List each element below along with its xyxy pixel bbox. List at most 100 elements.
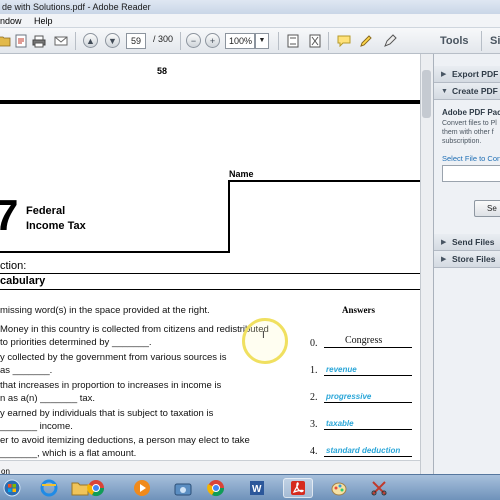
- adobe-reader-icon[interactable]: [283, 478, 313, 498]
- header-box-bottom: [0, 251, 230, 253]
- window-title-bar: de with Solutions.pdf - Adobe Reader: [0, 0, 500, 14]
- export-pdf-label: Export PDF: [452, 69, 499, 79]
- highlight-icon[interactable]: [357, 32, 375, 50]
- chapter-digit: 7: [0, 191, 19, 240]
- media-player-icon[interactable]: [127, 478, 157, 498]
- zoom-in-icon[interactable]: +: [205, 33, 220, 48]
- question-0-line1: Money in this country is collected from …: [0, 324, 269, 335]
- answer-4-number: 4.: [310, 446, 318, 457]
- zoom-dropdown-icon[interactable]: ▼: [255, 33, 269, 49]
- fullscreen-icon[interactable]: [306, 32, 324, 50]
- question-3-line1: y earned by individuals that is subject …: [0, 408, 214, 419]
- document-page: 58 7 Federal Income Tax Name ction: cabu…: [0, 54, 420, 474]
- file-select-field[interactable]: [442, 165, 500, 182]
- answer-2-line: [324, 402, 412, 403]
- question-2-line1: that increases in proportion to increase…: [0, 380, 222, 391]
- pdf-pack-desc-1: Convert files to Pl: [442, 120, 497, 127]
- section-rule: [0, 273, 420, 274]
- answers-header: Answers: [342, 305, 375, 315]
- fit-page-icon[interactable]: [284, 32, 302, 50]
- answer-1-line: [324, 375, 412, 376]
- email-icon[interactable]: [52, 32, 70, 50]
- cursor-highlight: [242, 318, 288, 364]
- select-file-link[interactable]: Select File to Con: [442, 154, 500, 163]
- word-icon[interactable]: W: [242, 478, 272, 498]
- ie-icon[interactable]: [34, 478, 64, 498]
- answer-2-number: 2.: [310, 392, 318, 403]
- page-total: / 300: [153, 34, 174, 44]
- name-label: Name: [229, 169, 254, 179]
- create-pdf-section[interactable]: ▼ Create PDF: [434, 83, 500, 100]
- section-rule-lower: [0, 289, 420, 290]
- question-0-line2: to priorities determined by _______.: [0, 337, 152, 348]
- question-3-line2: _______ income.: [0, 421, 73, 432]
- paint-icon[interactable]: [324, 478, 354, 498]
- create-pdf-icon[interactable]: [12, 32, 30, 50]
- start-button[interactable]: [0, 478, 24, 498]
- answer-1-text: revenue: [326, 365, 357, 374]
- taskbar: W: [0, 474, 500, 500]
- toolbar: ▲ ▼ 59 / 300 − + 100% ▼ Tools Si: [0, 28, 500, 54]
- sign-pen-icon[interactable]: [381, 32, 399, 50]
- previous-page-icon[interactable]: ▲: [83, 33, 98, 48]
- chapter-title-line1: Federal: [26, 205, 66, 217]
- menu-bar: ndow Help: [0, 14, 500, 28]
- answer-3-line: [324, 429, 412, 430]
- select-file-button[interactable]: Se: [474, 200, 500, 217]
- next-page-icon[interactable]: ▼: [105, 33, 120, 48]
- menu-item-window[interactable]: ndow: [0, 16, 22, 26]
- chrome-icon[interactable]: [81, 478, 111, 498]
- send-files-label: Send Files: [452, 237, 495, 247]
- answer-0-line: [324, 347, 412, 348]
- answer-3-number: 3.: [310, 419, 318, 430]
- expand-arrow-icon: ▶: [441, 71, 447, 78]
- tools-button[interactable]: Tools: [440, 32, 469, 50]
- pdf-pack-desc-2: them with other f: [442, 129, 494, 136]
- answer-1-number: 1.: [310, 365, 318, 376]
- answer-2-text: progressive: [326, 392, 372, 401]
- store-files-section[interactable]: ▶ Store Files: [434, 251, 500, 268]
- store-files-label: Store Files: [452, 254, 496, 264]
- menu-item-help[interactable]: Help: [34, 16, 53, 26]
- question-4-line1: er to avoid itemizing deductions, a pers…: [0, 435, 250, 446]
- section-label: ction:: [0, 260, 27, 272]
- scrollbar-thumb[interactable]: [422, 70, 431, 118]
- page-number-label: 58: [157, 66, 168, 76]
- question-4-line2: _______, which is a flat amount.: [0, 448, 137, 459]
- question-2-line2: n as a(n) _______ tax.: [0, 393, 96, 404]
- export-pdf-section[interactable]: ▶ Export PDF: [434, 66, 500, 83]
- print-icon[interactable]: [30, 32, 48, 50]
- zoom-level-input[interactable]: 100%: [225, 33, 255, 49]
- header-box-left: [228, 180, 230, 253]
- text-cursor-icon: I: [262, 330, 265, 341]
- send-files-section[interactable]: ▶ Send Files: [434, 234, 500, 251]
- instruction-text: missing word(s) in the space provided at…: [0, 305, 210, 316]
- sign-button[interactable]: Si: [481, 31, 500, 51]
- create-pdf-label: Create PDF: [452, 86, 498, 96]
- answer-4-line: [324, 456, 412, 457]
- header-rule: [0, 100, 420, 104]
- question-1-line1: y collected by the government from vario…: [0, 352, 227, 363]
- document-status-strip: on: [0, 460, 420, 474]
- snipping-tool-icon[interactable]: [364, 478, 394, 498]
- window-title: de with Solutions.pdf - Adobe Reader: [2, 2, 151, 12]
- expand-arrow-icon: ▶: [441, 256, 447, 263]
- camera-app-icon[interactable]: [168, 478, 198, 498]
- pdf-pack-desc-3: subscription.: [442, 138, 482, 145]
- pdf-pack-title: Adobe PDF Pack: [442, 108, 500, 117]
- chapter-title-line2: Income Tax: [26, 220, 86, 232]
- comment-icon[interactable]: [335, 32, 353, 50]
- page-number-input[interactable]: 59: [126, 33, 146, 49]
- name-underline: [228, 180, 420, 182]
- section-title: cabulary: [0, 275, 46, 287]
- question-1-line2: as _______.: [0, 365, 53, 376]
- chrome-app-icon[interactable]: [201, 478, 231, 498]
- answer-0-text: Congress: [345, 335, 383, 346]
- zoom-out-icon[interactable]: −: [186, 33, 201, 48]
- tools-panel: ▶ Export PDF ▼ Create PDF Adobe PDF Pack…: [433, 54, 500, 474]
- answer-0-number: 0.: [310, 338, 318, 349]
- svg-text:W: W: [252, 484, 262, 495]
- status-text: on: [1, 467, 10, 474]
- collapse-arrow-icon: ▼: [441, 88, 448, 95]
- answer-4-text: standard deduction: [326, 446, 401, 455]
